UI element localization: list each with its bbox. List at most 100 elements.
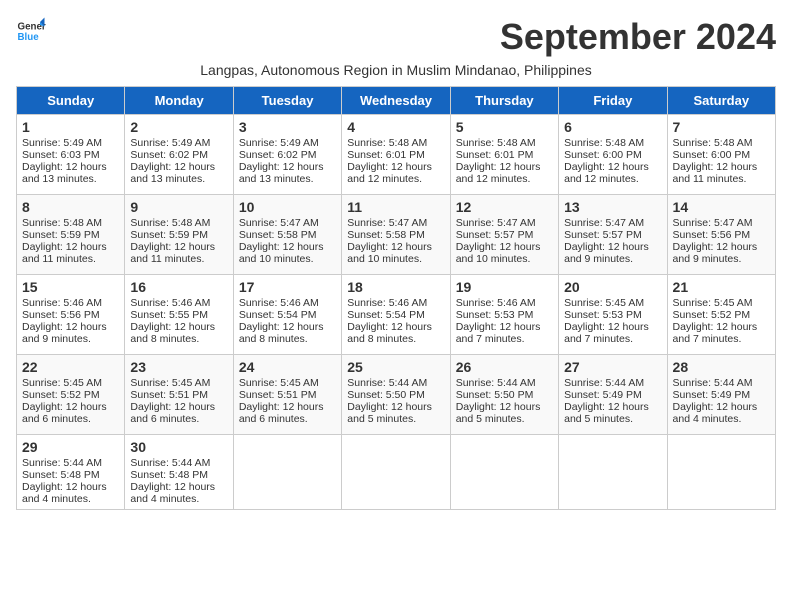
day-number: 15 <box>22 279 119 295</box>
day-info-line: Daylight: 12 hours <box>456 241 553 253</box>
day-info-line: and 4 minutes. <box>130 493 227 505</box>
header-tuesday: Tuesday <box>233 87 341 115</box>
day-info-line: and 10 minutes. <box>347 253 444 265</box>
day-info-line: and 8 minutes. <box>130 333 227 345</box>
empty-cell <box>233 435 341 510</box>
day-info-line: Sunset: 5:48 PM <box>130 469 227 481</box>
day-info-line: Sunset: 5:52 PM <box>673 309 770 321</box>
day-info-line: Sunrise: 5:45 AM <box>239 377 336 389</box>
day-cell-16: 16Sunrise: 5:46 AMSunset: 5:55 PMDayligh… <box>125 275 233 355</box>
day-cell-7: 7 Sunrise: 5:48 AMSunset: 6:00 PMDaylight… <box>667 115 775 195</box>
day-info-line: Sunrise: 5:45 AM <box>22 377 119 389</box>
day-number: 17 <box>239 279 336 295</box>
day-cell-15: 15Sunrise: 5:46 AMSunset: 5:56 PMDayligh… <box>17 275 125 355</box>
day-info-line: and 5 minutes. <box>347 413 444 425</box>
day-number: 20 <box>564 279 661 295</box>
day-cell-22: 22Sunrise: 5:45 AMSunset: 5:52 PMDayligh… <box>17 355 125 435</box>
day-cell-20: 20Sunrise: 5:45 AMSunset: 5:53 PMDayligh… <box>559 275 667 355</box>
day-cell-26: 26Sunrise: 5:44 AMSunset: 5:50 PMDayligh… <box>450 355 558 435</box>
day-number: 7 <box>673 119 770 135</box>
day-info-line: and 13 minutes. <box>239 173 336 185</box>
day-cell-13: 13Sunrise: 5:47 AMSunset: 5:57 PMDayligh… <box>559 195 667 275</box>
header-friday: Friday <box>559 87 667 115</box>
day-info-line: Daylight: 12 hours <box>673 321 770 333</box>
empty-cell <box>559 435 667 510</box>
day-info-line: Daylight: 12 hours <box>239 321 336 333</box>
day-info-line: Daylight: 12 hours <box>130 321 227 333</box>
day-info-line: Sunset: 5:53 PM <box>564 309 661 321</box>
header-row: SundayMondayTuesdayWednesdayThursdayFrid… <box>17 87 776 115</box>
day-info-line: Sunrise: 5:44 AM <box>456 377 553 389</box>
day-cell-24: 24Sunrise: 5:45 AMSunset: 5:51 PMDayligh… <box>233 355 341 435</box>
day-info-line: and 13 minutes. <box>22 173 119 185</box>
day-info-line: Sunrise: 5:47 AM <box>456 217 553 229</box>
day-number: 16 <box>130 279 227 295</box>
subtitle: Langpas, Autonomous Region in Muslim Min… <box>16 62 776 78</box>
day-info-line: Daylight: 12 hours <box>239 401 336 413</box>
day-info-line: Sunrise: 5:47 AM <box>564 217 661 229</box>
day-info-line: and 6 minutes. <box>130 413 227 425</box>
day-info-line: Daylight: 12 hours <box>673 161 770 173</box>
day-info-line: Sunset: 5:49 PM <box>564 389 661 401</box>
day-info-line: and 9 minutes. <box>564 253 661 265</box>
day-number: 25 <box>347 359 444 375</box>
day-info-line: Sunrise: 5:49 AM <box>130 137 227 149</box>
day-info-line: Sunrise: 5:48 AM <box>347 137 444 149</box>
day-info-line: Sunset: 5:57 PM <box>564 229 661 241</box>
day-info-line: Daylight: 12 hours <box>130 481 227 493</box>
day-info-line: Daylight: 12 hours <box>22 241 119 253</box>
month-title: September 2024 <box>500 16 776 58</box>
day-info-line: Sunrise: 5:49 AM <box>22 137 119 149</box>
day-info-line: Daylight: 12 hours <box>564 401 661 413</box>
day-info-line: and 11 minutes. <box>22 253 119 265</box>
day-cell-21: 21Sunrise: 5:45 AMSunset: 5:52 PMDayligh… <box>667 275 775 355</box>
day-info-line: Daylight: 12 hours <box>673 401 770 413</box>
day-info-line: Sunset: 6:02 PM <box>239 149 336 161</box>
day-number: 3 <box>239 119 336 135</box>
day-number: 11 <box>347 199 444 215</box>
logo-icon: General Blue <box>16 16 46 46</box>
day-info-line: Sunrise: 5:44 AM <box>130 457 227 469</box>
day-info-line: Sunrise: 5:46 AM <box>347 297 444 309</box>
day-info-line: and 9 minutes. <box>673 253 770 265</box>
day-info-line: Sunrise: 5:48 AM <box>673 137 770 149</box>
day-info-line: Daylight: 12 hours <box>130 241 227 253</box>
week-row-4: 22Sunrise: 5:45 AMSunset: 5:52 PMDayligh… <box>17 355 776 435</box>
day-info-line: Sunset: 5:55 PM <box>130 309 227 321</box>
week-row-5: 29Sunrise: 5:44 AMSunset: 5:48 PMDayligh… <box>17 435 776 510</box>
day-cell-11: 11Sunrise: 5:47 AMSunset: 5:58 PMDayligh… <box>342 195 450 275</box>
day-info-line: Sunset: 5:52 PM <box>22 389 119 401</box>
day-cell-6: 6Sunrise: 5:48 AMSunset: 6:00 PMDaylight… <box>559 115 667 195</box>
day-info-line: Daylight: 12 hours <box>239 161 336 173</box>
day-info-line: Sunrise: 5:48 AM <box>130 217 227 229</box>
day-info-line: Daylight: 12 hours <box>22 161 119 173</box>
day-info-line: Sunset: 6:00 PM <box>673 149 770 161</box>
day-cell-19: 19Sunrise: 5:46 AMSunset: 5:53 PMDayligh… <box>450 275 558 355</box>
day-cell-4: 4Sunrise: 5:48 AMSunset: 6:01 PMDaylight… <box>342 115 450 195</box>
day-number: 8 <box>22 199 119 215</box>
day-info-line: and 8 minutes. <box>347 333 444 345</box>
day-info-line: Daylight: 12 hours <box>22 481 119 493</box>
day-number: 28 <box>673 359 770 375</box>
day-info-line: Sunset: 6:00 PM <box>564 149 661 161</box>
day-info-line: Sunrise: 5:46 AM <box>239 297 336 309</box>
day-info-line: and 6 minutes. <box>239 413 336 425</box>
day-info-line: Sunrise: 5:48 AM <box>456 137 553 149</box>
day-info-line: Daylight: 12 hours <box>456 321 553 333</box>
day-number: 19 <box>456 279 553 295</box>
day-info-line: Sunset: 5:53 PM <box>456 309 553 321</box>
day-info-line: Sunrise: 5:45 AM <box>130 377 227 389</box>
day-number: 1 <box>22 119 119 135</box>
day-info-line: Sunrise: 5:48 AM <box>564 137 661 149</box>
header-thursday: Thursday <box>450 87 558 115</box>
day-info-line: Daylight: 12 hours <box>22 321 119 333</box>
day-cell-25: 25Sunrise: 5:44 AMSunset: 5:50 PMDayligh… <box>342 355 450 435</box>
day-cell-9: 9Sunrise: 5:48 AMSunset: 5:59 PMDaylight… <box>125 195 233 275</box>
day-info-line: and 11 minutes. <box>673 173 770 185</box>
day-info-line: Sunset: 5:50 PM <box>456 389 553 401</box>
day-cell-18: 18Sunrise: 5:46 AMSunset: 5:54 PMDayligh… <box>342 275 450 355</box>
day-cell-10: 10Sunrise: 5:47 AMSunset: 5:58 PMDayligh… <box>233 195 341 275</box>
day-info-line: Sunset: 6:01 PM <box>456 149 553 161</box>
day-info-line: and 5 minutes. <box>456 413 553 425</box>
header-monday: Monday <box>125 87 233 115</box>
